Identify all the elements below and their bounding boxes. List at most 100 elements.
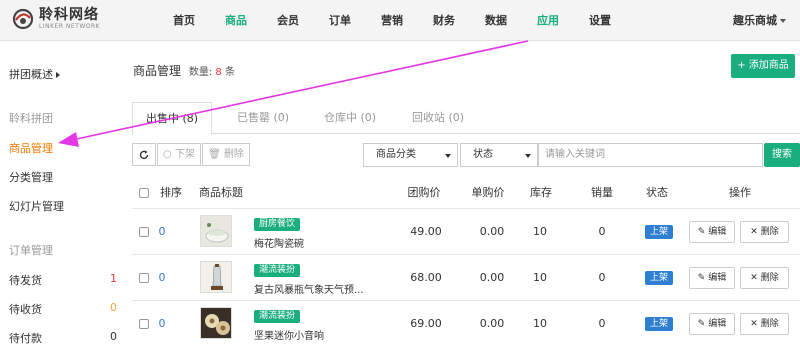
delete-label: 删除 xyxy=(760,273,779,283)
sidebar-item-label: 待发货 xyxy=(9,274,42,287)
sidebar-item-slideshow-management[interactable]: 幻灯片管理 xyxy=(9,198,64,214)
tab-bar: 出售中 (8) 已售罄 (0) 仓库中 (0) 回收站 (0) xyxy=(132,102,800,135)
col-title: 商品标题 xyxy=(199,186,243,199)
top-bar: 聆科网络 LINKER NETWORK 首页 商品 会员 订单 营销 财务 数据… xyxy=(0,0,800,41)
goods-count: 数量: 8 条 xyxy=(189,67,235,78)
col-actions: 操作 xyxy=(729,186,751,199)
close-icon: ✕ xyxy=(750,319,758,329)
row-checkbox[interactable] xyxy=(139,227,149,237)
tab-on-sale[interactable]: 出售中 (8) xyxy=(132,102,212,135)
count-badge: 0 xyxy=(110,301,117,314)
product-thumbnail xyxy=(200,215,232,247)
nav-marketing[interactable]: 营销 xyxy=(366,0,418,41)
category-tag: 潮流装扮 xyxy=(254,310,301,323)
offshelf-button[interactable]: ○ 下架 xyxy=(157,143,201,166)
sidebar: 拼团概述 聆科拼团 商品管理 分类管理 幻灯片管理 订单管理 待发货 1 待收货… xyxy=(0,41,124,346)
nav-orders[interactable]: 订单 xyxy=(314,0,366,41)
nav-finance[interactable]: 财务 xyxy=(418,0,470,41)
nav-home[interactable]: 首页 xyxy=(158,0,210,41)
nav-goods[interactable]: 商品 xyxy=(210,0,262,41)
status-select-value: 状态 xyxy=(473,149,493,160)
refresh-icon xyxy=(139,150,149,159)
sidebar-item-label: 待付款 xyxy=(9,332,42,345)
product-name[interactable]: 坚果迷你小音响 xyxy=(254,327,324,342)
delete-button[interactable]: 🗑 删除 xyxy=(202,143,250,166)
product-name[interactable]: 复古风暴瓶气象天气预... xyxy=(254,281,364,296)
logo[interactable]: 聆科网络 LINKER NETWORK xyxy=(12,7,100,31)
main-nav: 首页 商品 会员 订单 营销 财务 数据 应用 设置 xyxy=(158,0,626,41)
logo-subtitle: LINKER NETWORK xyxy=(39,23,101,30)
row-checkbox[interactable] xyxy=(139,319,149,329)
stock: 10 xyxy=(533,317,547,330)
edit-button[interactable]: ✎ 编辑 xyxy=(689,221,735,243)
main-content: 商品管理 数量: 8 条 + 添加商品 出售中 (8) 已售罄 (0) 仓库中 … xyxy=(124,41,800,346)
sidebar-item-pending-ship[interactable]: 待发货 1 xyxy=(9,272,117,288)
edit-button[interactable]: ✎ 编辑 xyxy=(689,267,735,289)
category-select-value: 商品分类 xyxy=(376,149,416,160)
status-select[interactable]: 状态 xyxy=(460,143,538,167)
row-sort[interactable]: 0 xyxy=(156,209,168,255)
shop-name: 趣乐商城 xyxy=(733,14,777,27)
status-badge[interactable]: 上架 xyxy=(645,317,673,331)
chevron-down-icon xyxy=(780,19,786,23)
sidebar-item-overview[interactable]: 拼团概述 xyxy=(9,66,60,82)
nav-apps[interactable]: 应用 xyxy=(522,0,574,41)
col-sales[interactable]: 销量 xyxy=(587,181,617,205)
tab-warehouse[interactable]: 仓库中 (0) xyxy=(310,102,390,134)
status-badge[interactable]: 上架 xyxy=(645,271,673,285)
col-stock[interactable]: 库存 xyxy=(526,181,556,205)
sidebar-item-pending-receipt[interactable]: 待收货 0 xyxy=(9,301,117,317)
delete-label: 删除 xyxy=(760,319,779,329)
edit-label: 编辑 xyxy=(708,319,727,329)
sidebar-item-category-management[interactable]: 分类管理 xyxy=(9,169,53,185)
status-badge[interactable]: 上架 xyxy=(645,225,673,239)
table-row: 0 潮流装扮 坚果迷你小音响 69.00 0.00 10 0 上架 ✎ 编辑 ✕… xyxy=(132,300,800,346)
sales: 0 xyxy=(598,225,606,238)
table-header: 排序 商品标题 团购价 单购价 库存 销量 状态 操作 xyxy=(132,181,800,205)
sidebar-section-linker-group: 聆科拼团 xyxy=(9,112,53,125)
nav-members[interactable]: 会员 xyxy=(262,0,314,41)
single-price: 0.00 xyxy=(479,225,505,238)
group-price: 49.00 xyxy=(410,225,442,238)
refresh-button[interactable] xyxy=(132,143,156,166)
logo-title: 聆科网络 xyxy=(39,7,99,23)
select-all-checkbox[interactable] xyxy=(139,188,149,198)
row-sort[interactable]: 0 xyxy=(156,301,168,346)
single-price: 0.00 xyxy=(479,271,505,284)
stock: 10 xyxy=(533,225,547,238)
edit-label: 编辑 xyxy=(708,273,727,283)
category-select[interactable]: 商品分类 xyxy=(363,143,458,167)
table-row: 0 厨房餐饮 梅花陶瓷碗 49.00 0.00 10 0 上架 ✎ 编辑 ✕ 删… xyxy=(132,208,800,254)
sidebar-item-pending-payment[interactable]: 待付款 0 xyxy=(9,330,117,346)
row-sort[interactable]: 0 xyxy=(156,255,168,301)
search-input[interactable]: 请输入关键词 xyxy=(538,143,763,167)
col-sort[interactable]: 排序 xyxy=(156,181,186,205)
group-price: 68.00 xyxy=(410,271,442,284)
sidebar-item-goods-management[interactable]: 商品管理 xyxy=(9,140,53,156)
row-checkbox[interactable] xyxy=(139,273,149,283)
shop-switcher[interactable]: 趣乐商城 xyxy=(733,0,786,41)
stock: 10 xyxy=(533,271,547,284)
delete-row-button[interactable]: ✕ 删除 xyxy=(740,221,789,243)
col-group-price[interactable]: 团购价 xyxy=(402,181,446,205)
count-label: 数量: xyxy=(188,67,213,78)
count-badge: 1 xyxy=(110,272,117,285)
product-name[interactable]: 梅花陶瓷碗 xyxy=(254,235,304,250)
delete-row-button[interactable]: ✕ 删除 xyxy=(740,267,789,289)
tab-sold-out[interactable]: 已售罄 (0) xyxy=(223,102,303,134)
caret-right-icon xyxy=(56,72,60,78)
nav-settings[interactable]: 设置 xyxy=(574,0,626,41)
count-badge: 0 xyxy=(110,330,117,343)
search-button[interactable]: 搜索 xyxy=(764,143,800,167)
add-goods-button[interactable]: + 添加商品 xyxy=(731,54,795,78)
edit-label: 编辑 xyxy=(708,227,727,237)
count-unit: 条 xyxy=(224,67,235,78)
sidebar-item-label: 待收货 xyxy=(9,303,42,316)
tab-recycle-bin[interactable]: 回收站 (0) xyxy=(398,102,478,134)
nav-data[interactable]: 数据 xyxy=(470,0,522,41)
delete-row-button[interactable]: ✕ 删除 xyxy=(740,313,789,335)
single-price: 0.00 xyxy=(479,317,505,330)
edit-button[interactable]: ✎ 编辑 xyxy=(689,313,735,335)
col-single-price[interactable]: 单购价 xyxy=(466,181,510,205)
close-icon: ✕ xyxy=(750,227,758,237)
